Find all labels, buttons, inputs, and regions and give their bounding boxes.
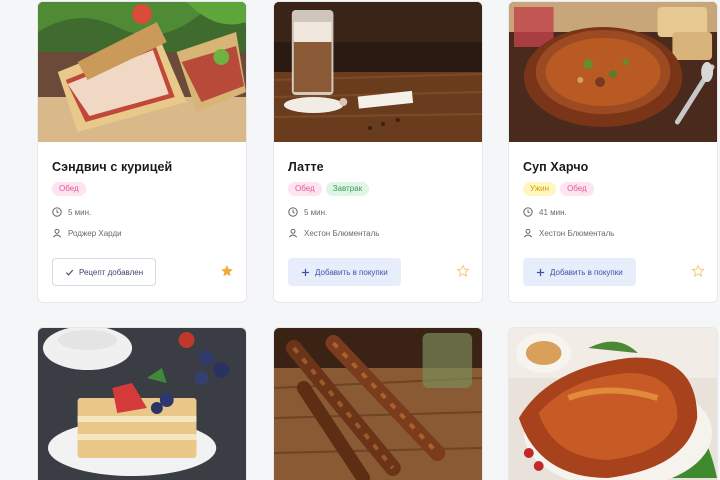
recipe-card[interactable]: Суп Харчо Ужин Обед 41 мин. Хестон Блюме…	[508, 1, 718, 303]
button-label: Рецепт добавлен	[79, 267, 144, 277]
add-to-shopping-button[interactable]: Добавить в покупки	[523, 258, 636, 286]
clock-icon	[52, 207, 62, 217]
check-icon	[65, 269, 74, 276]
user-icon	[52, 228, 62, 238]
author: Хестон Блюменталь	[288, 227, 468, 239]
tag-list: Обед	[52, 182, 232, 196]
recipe-title[interactable]: Суп Харчо	[523, 160, 703, 174]
author-name[interactable]: Хестон Блюменталь	[539, 229, 614, 238]
plus-icon	[301, 268, 310, 276]
tag[interactable]: Завтрак	[325, 182, 370, 196]
cook-time: 5 мин.	[288, 206, 468, 218]
favorite-button[interactable]	[691, 264, 705, 278]
recipe-card[interactable]	[273, 327, 483, 480]
recipe-photo[interactable]	[509, 328, 717, 480]
author-name[interactable]: Роджер Харди	[68, 229, 122, 238]
recipe-photo[interactable]	[274, 328, 482, 480]
cook-time-value: 5 мин.	[304, 207, 328, 217]
clock-icon	[523, 207, 533, 217]
tag[interactable]: Обед	[560, 182, 594, 196]
favorite-button[interactable]	[456, 264, 470, 278]
star-icon	[456, 264, 470, 277]
recipe-card[interactable]: Латте Обед Завтрак 5 мин. Хестон Блюмент…	[273, 1, 483, 303]
tag[interactable]: Ужин	[523, 182, 557, 196]
recipe-card[interactable]: Сэндвич с курицей Обед 5 мин. Роджер Хар…	[37, 1, 247, 303]
tag[interactable]: Обед	[288, 182, 322, 196]
user-icon	[288, 228, 298, 238]
tag-list: Обед Завтрак	[288, 182, 468, 196]
star-icon	[691, 264, 705, 277]
add-to-shopping-button[interactable]: Добавить в покупки	[288, 258, 401, 286]
user-icon	[523, 228, 533, 238]
cook-time-value: 5 мин.	[68, 207, 92, 217]
author-name[interactable]: Хестон Блюменталь	[304, 229, 379, 238]
author: Хестон Блюменталь	[523, 227, 703, 239]
recipe-photo[interactable]	[38, 328, 246, 480]
recipe-photo[interactable]	[38, 2, 246, 142]
recipe-title[interactable]: Сэндвич с курицей	[52, 160, 232, 174]
cook-time: 41 мин.	[523, 206, 703, 218]
author: Роджер Харди	[52, 227, 232, 239]
clock-icon	[288, 207, 298, 217]
cook-time: 5 мин.	[52, 206, 232, 218]
plus-icon	[536, 268, 545, 276]
button-label: Добавить в покупки	[550, 267, 623, 277]
tag-list: Ужин Обед	[523, 182, 703, 196]
tag[interactable]: Обед	[52, 182, 86, 196]
favorite-button[interactable]	[220, 264, 234, 278]
recipe-card[interactable]	[508, 327, 718, 480]
recipe-title[interactable]: Латте	[288, 160, 468, 174]
recipe-added-button[interactable]: Рецепт добавлен	[52, 258, 157, 286]
recipe-card[interactable]	[37, 327, 247, 480]
cook-time-value: 41 мин.	[539, 207, 567, 217]
recipe-photo[interactable]	[509, 2, 717, 142]
recipe-photo[interactable]	[274, 2, 482, 142]
star-icon	[221, 265, 233, 277]
button-label: Добавить в покупки	[315, 267, 388, 277]
